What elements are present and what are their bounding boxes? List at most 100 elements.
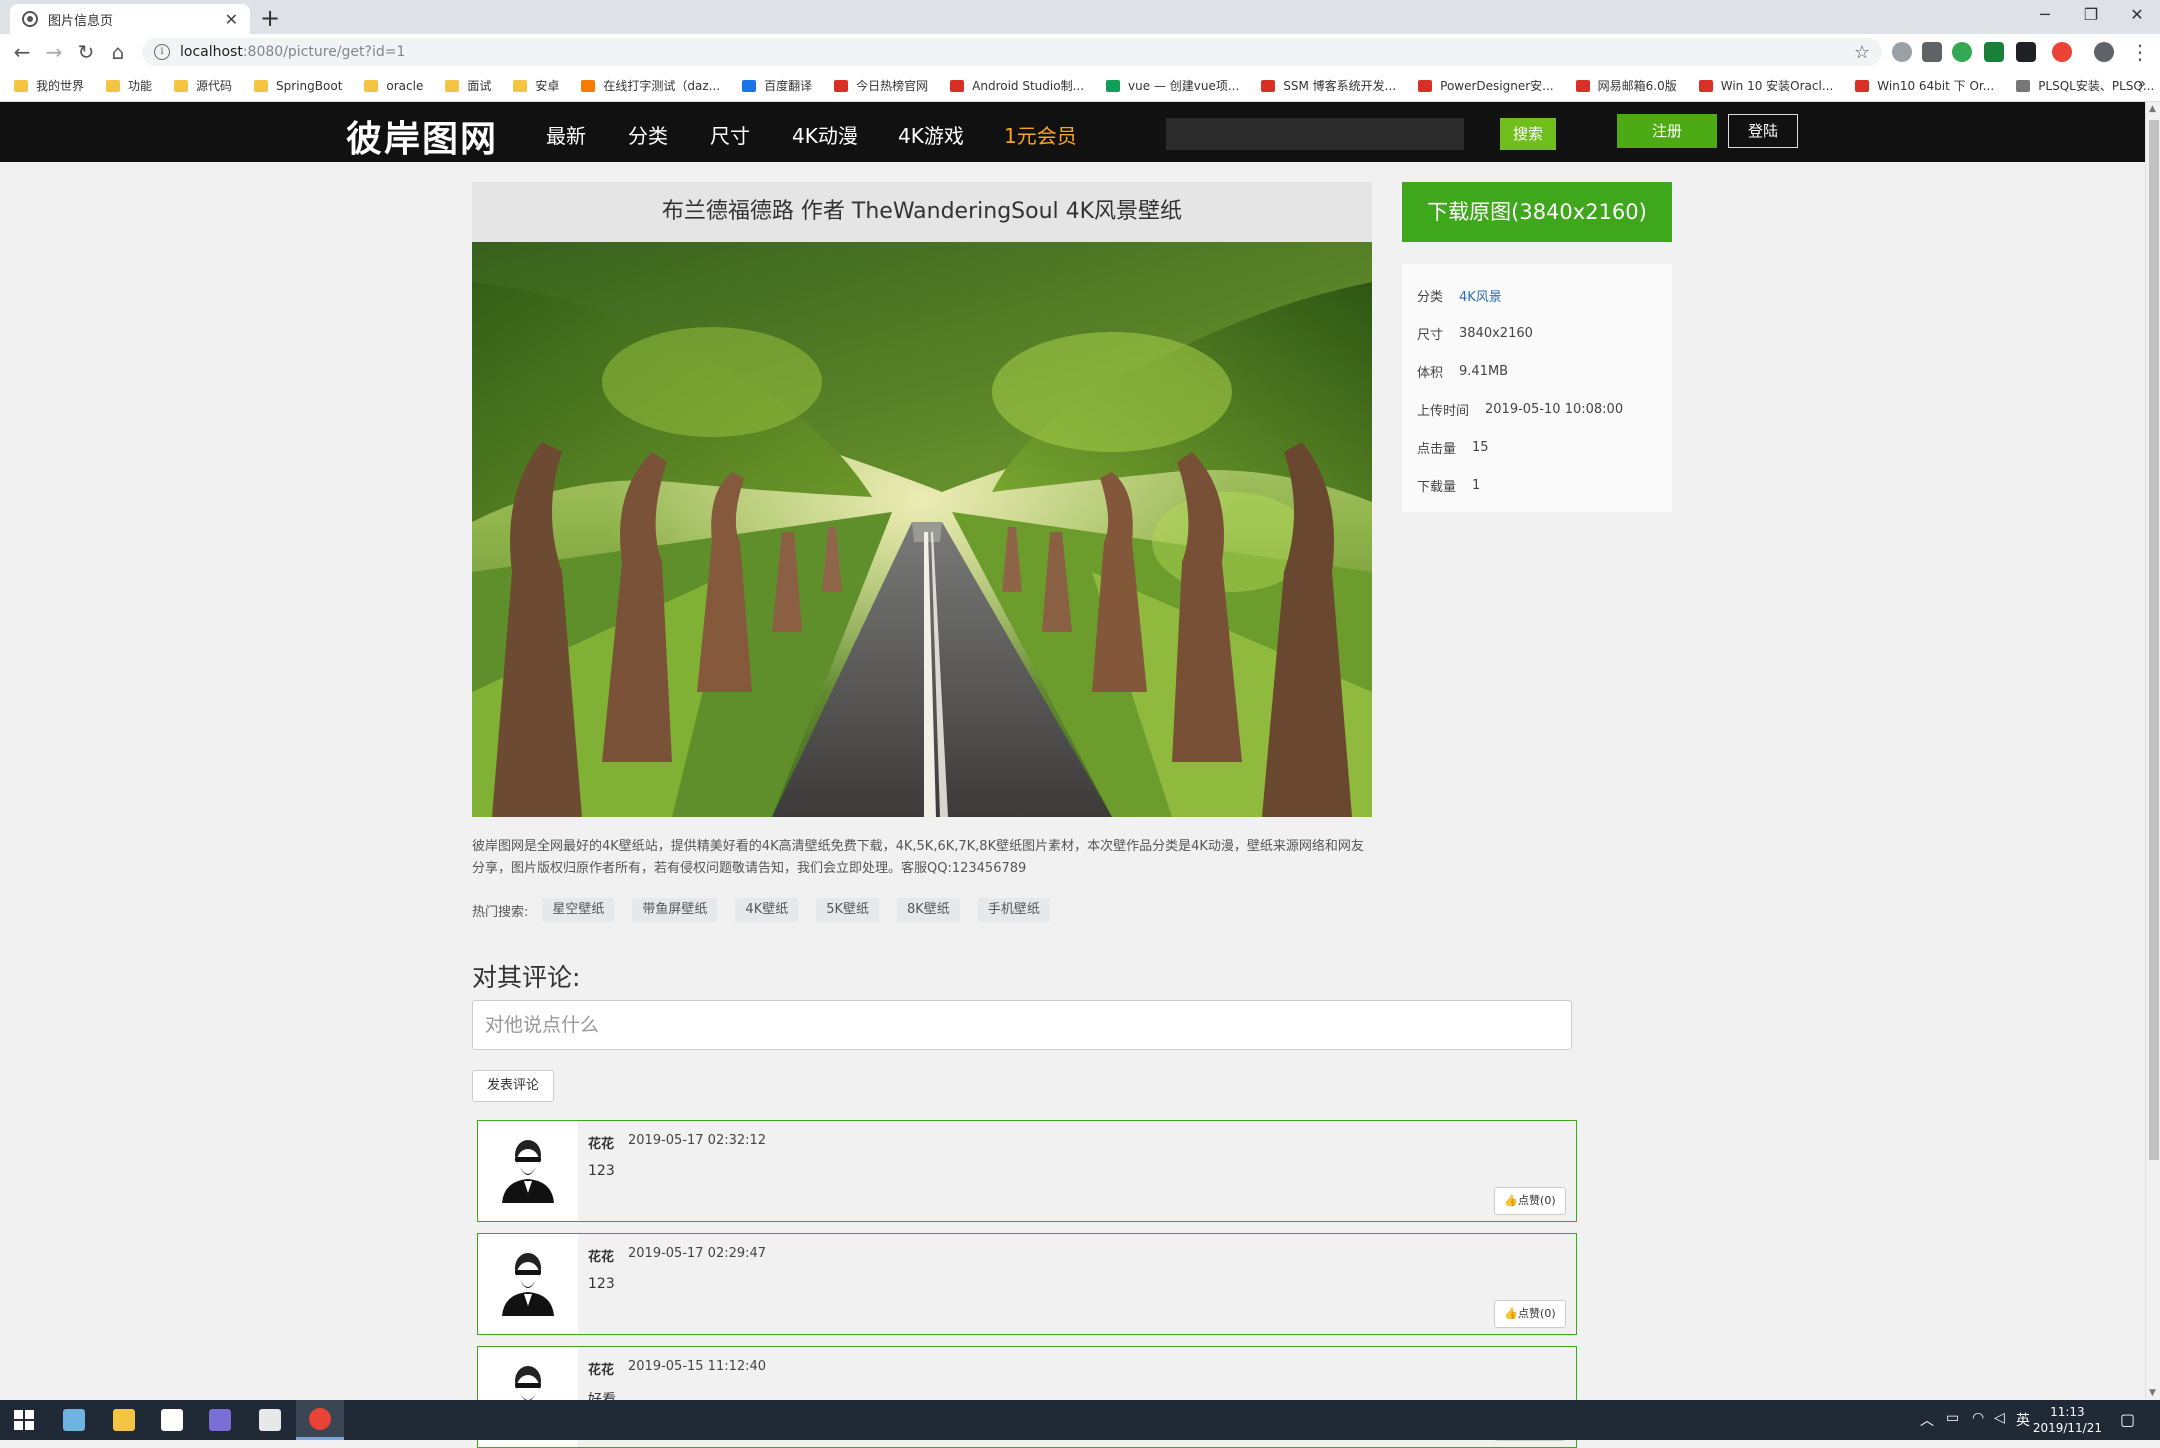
hot-tag-ultrawide[interactable]: 带鱼屏壁纸 [632,898,718,922]
site-favicon-icon [1106,79,1121,92]
page-scrollbar[interactable]: ▲ ▼ [2145,102,2160,1400]
like-button[interactable]: 👍点赞(0) [1494,1187,1566,1215]
bookmark-label: 面试 [467,79,492,93]
profile-avatar-icon[interactable] [2094,42,2114,62]
register-button[interactable]: 注册 [1617,114,1717,148]
hot-tag-starry[interactable]: 星空壁纸 [542,898,615,922]
nav-category[interactable]: 分类 [628,120,668,149]
bookmark-item[interactable]: Win10 64bit 下 Or... [1855,77,1994,94]
site-logo[interactable]: 彼岸图网 [346,110,498,162]
scroll-down-icon[interactable]: ▼ [2149,1388,2156,1398]
bookmark-item[interactable]: Win 10 安装Oracl... [1698,77,1833,94]
like-button[interactable]: 👍点赞(0) [1494,1300,1566,1328]
restore-button[interactable]: ❐ [2068,2,2114,28]
hot-tag-5k[interactable]: 5K壁纸 [816,898,880,922]
bookmark-item[interactable]: Android Studio制... [950,77,1084,94]
site-favicon-icon [1418,79,1433,92]
hot-tag-mobile[interactable]: 手机壁纸 [977,898,1050,922]
bookmark-label: 安卓 [535,79,560,93]
scrollbar-thumb[interactable] [2149,120,2159,1160]
nav-size[interactable]: 尺寸 [710,120,750,149]
bookmark-item[interactable]: 源代码 [174,77,232,94]
bookmark-item[interactable]: 在线打字测试（daz... [581,77,720,94]
bookmark-item[interactable]: 面试 [445,77,491,94]
tray-battery-icon[interactable]: ▭ [1946,1410,1959,1426]
tray-volume-icon[interactable]: ◁ [1994,1410,2005,1426]
login-button[interactable]: 登陆 [1728,114,1798,148]
nav-latest[interactable]: 最新 [546,120,586,149]
taskbar-app-typora[interactable] [148,1400,196,1440]
tab-close-icon[interactable]: ✕ [225,10,238,29]
bookmark-star-icon[interactable]: ☆ [1854,42,1870,63]
nav-vip[interactable]: 1元会员 [1004,120,1077,149]
reload-icon[interactable]: ↻ [72,38,100,66]
hot-tag-4k[interactable]: 4K壁纸 [735,898,799,922]
bookmark-label: Win10 64bit 下 Or... [1877,79,1995,93]
site-info-icon[interactable]: i [154,44,170,60]
taskbar-clock[interactable]: 11:13 2019/11/21 [2033,1404,2102,1436]
category-link[interactable]: 4K风景 [1459,286,1502,305]
bookmark-item[interactable]: 网易邮箱6.0版 [1575,77,1677,94]
comment-text: 123 [588,1163,615,1179]
bookmark-item[interactable]: 百度翻译 [742,77,812,94]
extension-flash-icon[interactable] [2052,42,2072,62]
tab-title: 图片信息页 [48,13,114,29]
home-icon[interactable]: ⌂ [104,38,132,66]
bookmark-item[interactable]: SpringBoot [254,79,342,93]
bookmark-item[interactable]: 安卓 [513,77,559,94]
bookmark-item[interactable]: oracle [364,79,423,93]
site-search-input[interactable] [1166,118,1464,150]
forward-arrow-icon[interactable]: → [40,38,68,66]
browser-tab[interactable]: 图片信息页 ✕ [10,4,250,34]
comment-user: 花花 [588,1363,615,1378]
nav-4k-games[interactable]: 4K游戏 [898,120,964,149]
scroll-up-icon[interactable]: ▲ [2149,104,2156,114]
bookmark-item[interactable]: vue — 创建vue项... [1106,77,1239,94]
comment-input[interactable] [472,1000,1572,1050]
extension-abp-icon[interactable] [1892,42,1912,62]
download-original-button[interactable]: 下载原图(3840x2160) [1402,182,1672,242]
address-bar[interactable]: i localhost :8080/picture/get?id=1 ☆ [142,38,1882,66]
bookmarks-overflow-button[interactable]: » [2137,76,2146,92]
new-tab-button[interactable]: + [260,4,280,32]
folder-icon [364,79,379,92]
extension-globe-icon[interactable] [1952,42,1972,62]
hot-tag-8k[interactable]: 8K壁纸 [897,898,960,922]
browser-menu-icon[interactable]: ⋮ [2130,40,2150,64]
tray-ime-indicator[interactable]: 英 [2016,1410,2030,1430]
search-button[interactable]: 搜索 [1500,118,1556,150]
bookmark-item[interactable]: PowerDesigner安... [1418,77,1554,94]
taskbar-app-ide[interactable] [196,1400,244,1440]
taskbar-app-java[interactable] [246,1400,294,1440]
minimize-button[interactable]: ─ [2022,2,2068,28]
notification-center-icon[interactable]: ▢ [2120,1410,2135,1429]
extension-guard-icon[interactable] [1984,42,2004,62]
bookmark-item[interactable]: 功能 [106,77,152,94]
tray-chevron-icon[interactable]: ︿ [1920,1410,1934,1430]
clock-date: 2019/11/21 [2032,1421,2102,1435]
bookmark-item[interactable]: 今日热榜官网 [834,77,928,94]
nav-4k-anime[interactable]: 4K动漫 [792,120,858,149]
taskbar-app-chrome[interactable] [296,1400,344,1440]
tray-wifi-icon[interactable]: ◠ [1972,1410,1984,1426]
bookmark-item[interactable]: 我的世界 [14,77,84,94]
extension-shield-icon[interactable] [1922,42,1942,62]
folder-icon [106,79,121,92]
info-value: 1 [1472,477,1481,493]
wallpaper-image[interactable] [472,242,1372,817]
post-comment-button[interactable]: 发表评论 [472,1070,554,1102]
close-window-button[interactable]: ✕ [2114,2,2160,28]
url-host: localhost [180,44,243,60]
hot-searches-label: 热门搜索: [472,904,529,920]
folder-icon [445,79,460,92]
bookmark-label: 网易邮箱6.0版 [1597,79,1677,93]
bookmark-item[interactable]: PLSQL安装、PLSQ... [2016,77,2154,94]
bookmark-item[interactable]: SSM 博客系统开发... [1261,77,1396,94]
taskbar-app-notepad[interactable] [50,1400,98,1440]
taskbar-app-explorer[interactable] [100,1400,148,1440]
bookmarks-bar: 我的世界 功能 源代码 SpringBoot oracle 面试 安卓 在线打字测试（daz.… [0,70,2160,102]
bookmark-label: 功能 [128,79,153,93]
extension-incognito-icon[interactable] [2016,42,2036,62]
start-button[interactable] [0,1400,48,1440]
back-arrow-icon[interactable]: ← [8,38,36,66]
